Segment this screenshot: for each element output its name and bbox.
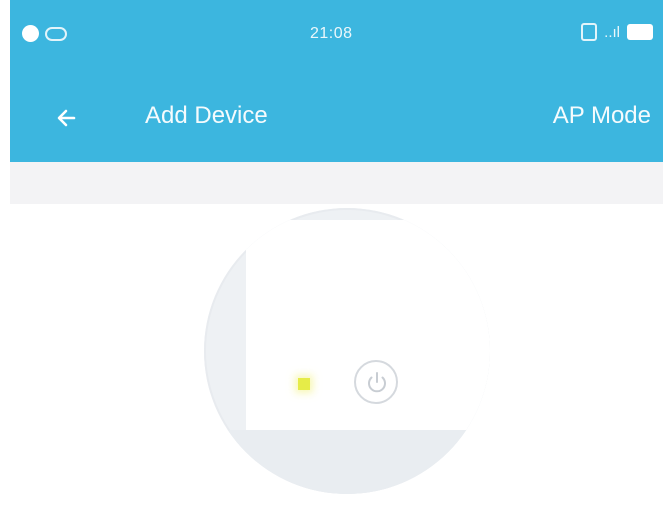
power-button[interactable] <box>354 360 398 404</box>
signal-strength: ..ıl <box>604 23 620 41</box>
led-indicator <box>298 378 310 390</box>
infinity-icon <box>45 26 67 41</box>
app-screen: 21:08 ..ıl Add Device AP Mode <box>10 0 663 523</box>
status-right-icons: ..ıl <box>581 23 653 41</box>
arrow-left-icon[interactable] <box>52 103 82 133</box>
page-title: Add Device <box>145 102 268 129</box>
status-left-icons <box>22 25 67 42</box>
status-time: 21:08 <box>310 25 353 42</box>
main-content <box>10 162 663 523</box>
notification-dot-icon <box>22 25 39 42</box>
device-base <box>204 430 490 494</box>
content-header-band <box>10 162 663 204</box>
app-bar: Add Device AP Mode <box>10 76 663 162</box>
sim-icon <box>581 23 598 41</box>
device-illustration <box>204 208 490 494</box>
battery-icon <box>627 24 653 40</box>
status-bar: 21:08 ..ıl <box>10 0 663 76</box>
power-icon <box>368 372 386 393</box>
ap-mode-button[interactable]: AP Mode <box>553 102 651 130</box>
